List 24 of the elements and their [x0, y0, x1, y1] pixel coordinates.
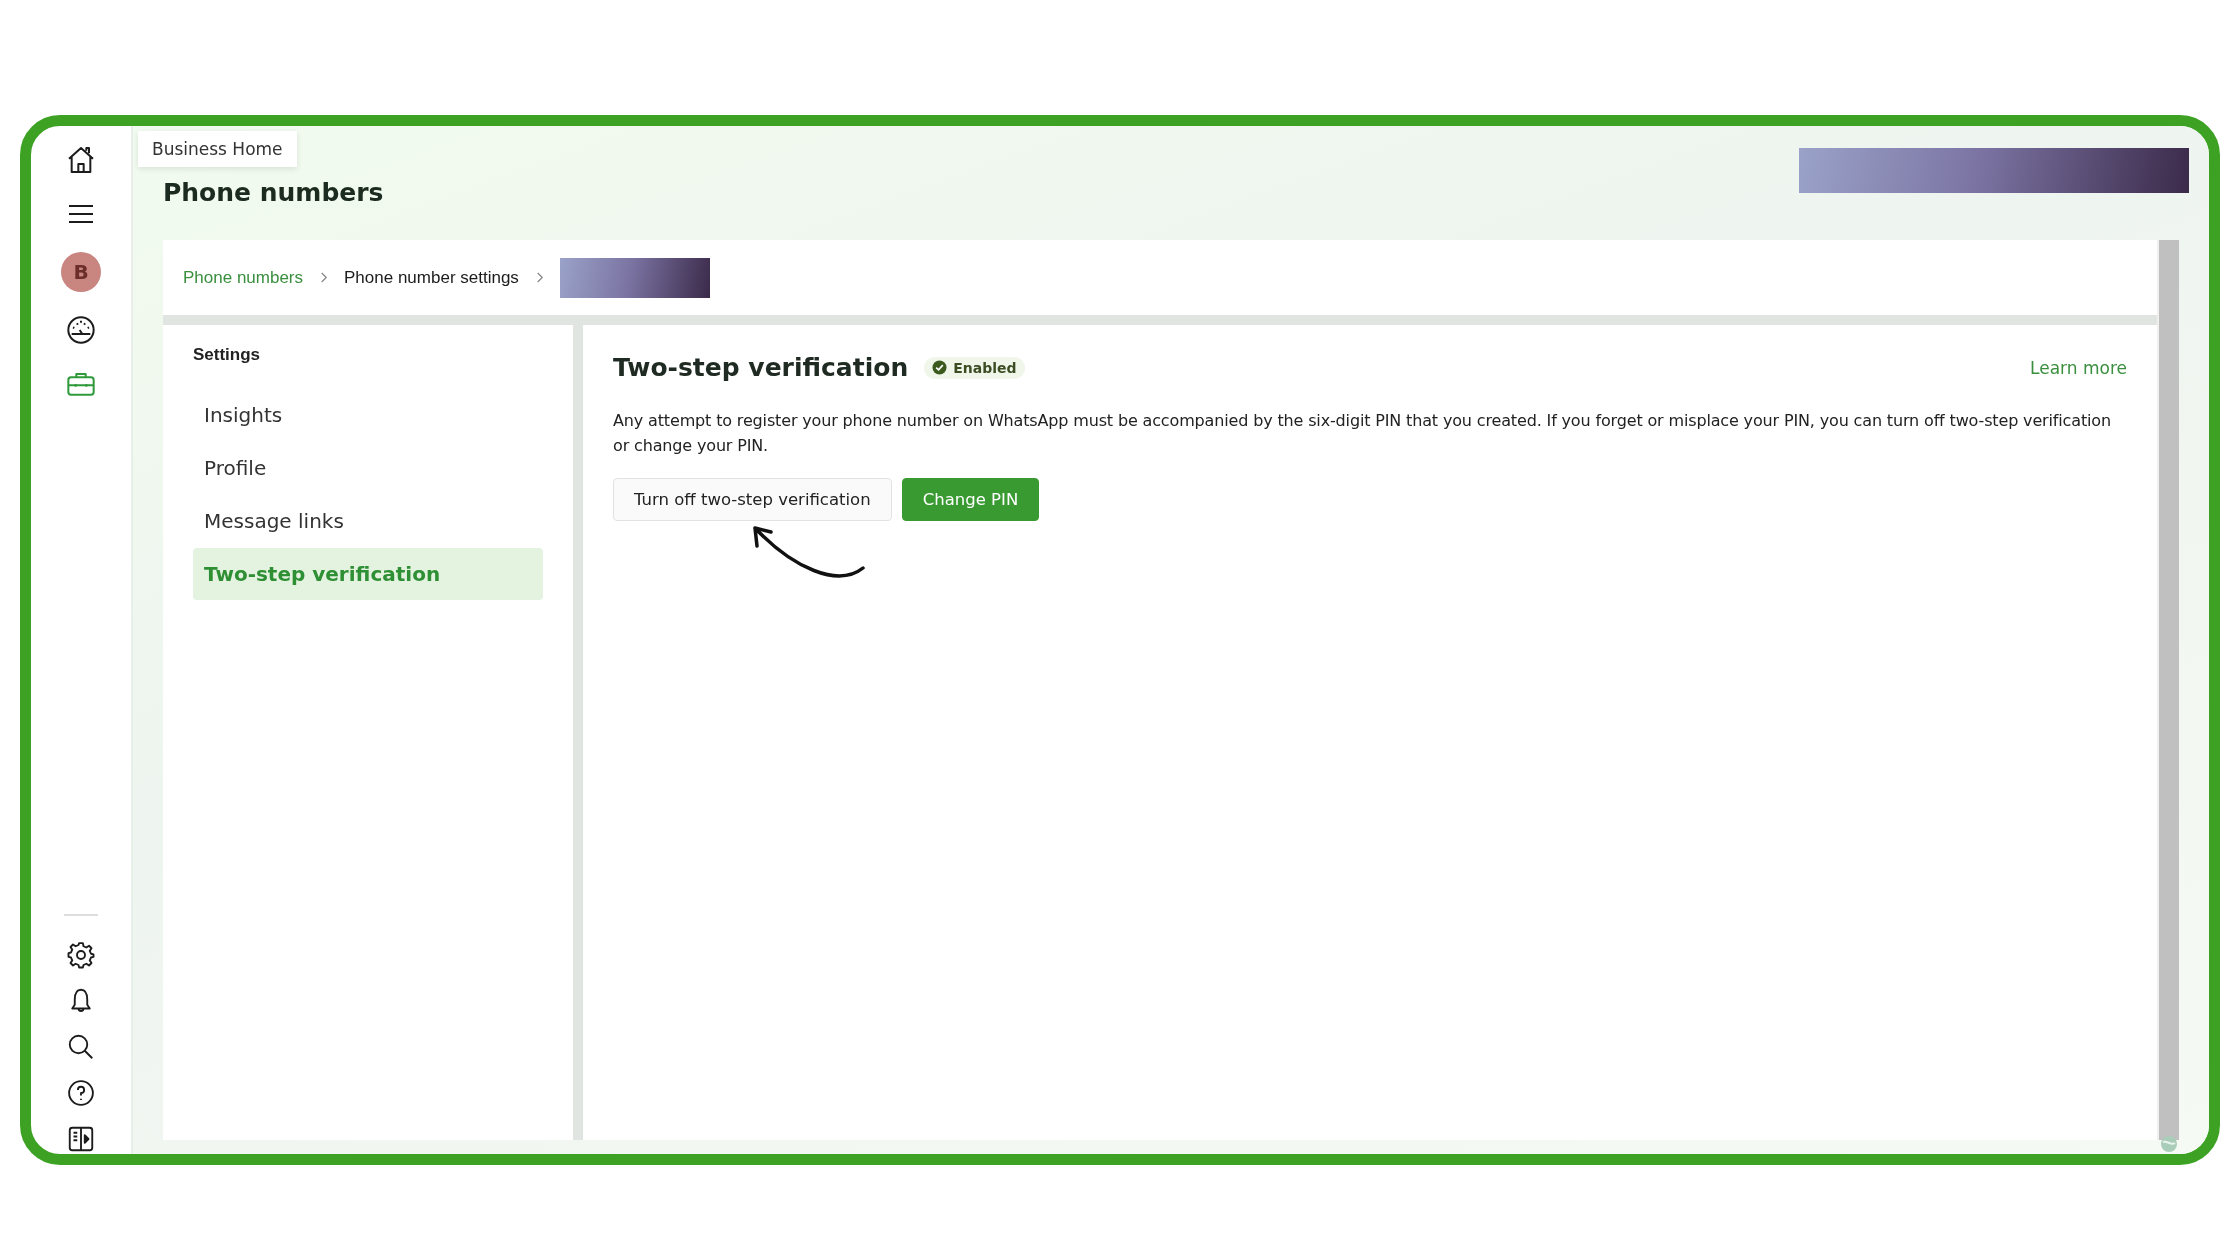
settings-nav-item[interactable]: Message links — [193, 495, 543, 547]
help-icon[interactable] — [66, 1078, 96, 1108]
chevron-icon — [534, 271, 544, 284]
tooltip: Business Home — [138, 131, 297, 167]
breadcrumb-link[interactable]: Phone numbers — [183, 267, 304, 288]
status-label: Enabled — [953, 359, 1017, 376]
change-pin-button[interactable]: Change PIN — [901, 478, 1040, 521]
settings-nav-item[interactable]: Two-step verification — [193, 548, 543, 600]
learn-more-link[interactable]: Learn more — [2030, 357, 2127, 378]
turn-off-button[interactable]: Turn off two-step verification — [613, 478, 892, 521]
chevron-icon — [319, 271, 329, 284]
section-title: Two-step verification — [613, 353, 909, 382]
check-circle-icon — [932, 360, 948, 375]
settings-nav-item[interactable]: Insights — [193, 389, 543, 441]
page-title: Phone numbers — [163, 178, 384, 207]
settings-nav-item[interactable]: Profile — [193, 442, 543, 494]
description: Any attempt to register your phone number on WhatsApp must be accompanied by the six-digit PIN that you created. If you forget or misplace your PIN, you can turn off two-step verification or change your PIN. — [613, 410, 2112, 457]
search-icon[interactable] — [66, 1032, 96, 1062]
avatar[interactable]: B — [61, 252, 101, 292]
panel-toggle-icon[interactable] — [66, 1124, 96, 1154]
breadcrumb-item: Phone number settings — [344, 267, 519, 288]
settings-icon[interactable] — [66, 940, 96, 970]
settings-heading: Settings — [193, 345, 262, 365]
gauge-icon[interactable] — [65, 314, 97, 346]
